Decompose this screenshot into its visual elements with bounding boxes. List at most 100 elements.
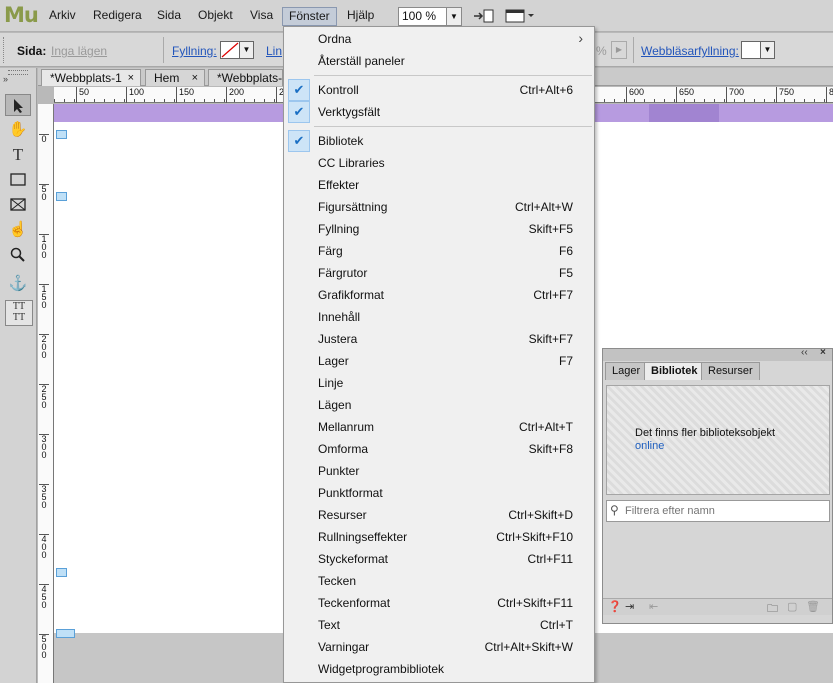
menu-item-omforma[interactable]: Omforma Skift+F8 [285,438,593,460]
close-icon[interactable]: × [820,347,826,358]
panel-titlebar[interactable]: ‹‹ × [603,347,832,361]
menu-item-bibliotek[interactable]: ✔ Bibliotek [285,130,593,152]
menu-item-mellanrum[interactable]: Mellanrum Ctrl+Alt+T [285,416,593,438]
browser-fill-swatch[interactable]: ▼ [741,41,775,59]
browser-fill-link[interactable]: Webbläsarfyllning: [641,44,739,58]
anchor-icon[interactable]: ⚓ [5,273,31,295]
filter-input[interactable] [625,503,825,519]
image-frame-tool-icon[interactable] [5,194,31,216]
menu-item-lagen[interactable]: Lägen [285,394,593,416]
crop-tool-icon[interactable]: ✋ [5,119,31,141]
close-icon[interactable]: × [128,70,134,86]
menu-item-shortcut: F7 [558,354,573,368]
menu-item-fyllning[interactable]: Fyllning Skift+F5 [285,218,593,240]
grip-handle[interactable] [8,70,28,75]
menu-arkiv[interactable]: Arkiv [43,7,82,26]
trash-icon[interactable]: 🗑 [806,600,820,613]
guide-marker[interactable] [56,568,67,577]
chevron-down-icon[interactable]: ▼ [446,8,461,25]
ruler-label: 3 5 0 [39,484,49,510]
menu-visa[interactable]: Visa [244,7,279,26]
guide-marker[interactable] [56,192,67,201]
collapse-icon[interactable]: ‹‹ [801,347,808,358]
menu-hjalp[interactable]: Hjälp [341,7,380,26]
hand-tool-icon[interactable]: ☝ [5,219,31,241]
tab-bibliotek[interactable]: Bibliotek [644,362,705,380]
chevron-down-icon: ▼ [760,42,774,58]
chevron-right-icon: › [578,30,583,46]
guide-marker[interactable] [56,130,67,139]
tab-resurser[interactable]: Resurser [701,362,760,380]
chevron-down-icon: ▼ [239,42,253,58]
menu-item-widgetprogrambibliotek[interactable]: Widgetprogrambibliotek [285,658,593,680]
expand-icon[interactable]: » [3,74,8,84]
menu-item-reset-panels[interactable]: Återställ paneler [285,50,593,72]
menu-item-grafikformat[interactable]: Grafikformat Ctrl+F7 [285,284,593,306]
menu-item-styckeformat[interactable]: Styckeformat Ctrl+F11 [285,548,593,570]
menu-item-verktygsfalt[interactable]: ✔ Verktygsfält [285,101,593,123]
menu-item-shortcut: Ctrl+Skift+F11 [497,596,573,610]
menu-item-cc-libraries[interactable]: CC Libraries [285,152,593,174]
tab-lager[interactable]: Lager [605,362,648,380]
menu-item-label: Text [318,618,341,632]
menu-objekt[interactable]: Objekt [192,7,239,26]
menu-fonster[interactable]: Fönster [282,7,337,26]
tab-webbplats-1[interactable]: *Webbplats-1 × [41,69,141,86]
menu-item-label: Bibliotek [318,134,364,148]
menu-item-shortcut: Ctrl+Skift+D [508,508,573,522]
tab-label: Hem [154,71,180,85]
menu-item-resurser[interactable]: Resurser Ctrl+Skift+D [285,504,593,526]
stepper-right-icon[interactable]: ▶ [611,41,627,59]
insert-page-icon[interactable] [472,8,496,24]
help-icon[interactable]: ❓ [608,600,622,613]
menu-item-label: Lägen [318,398,352,412]
menu-item-figursattning[interactable]: Figursättning Ctrl+Alt+W [285,196,593,218]
tab-webbplats-2[interactable]: *Webbplats-2 [208,69,283,86]
menu-item-teckenformat[interactable]: Teckenformat Ctrl+Skift+F11 [285,592,593,614]
text-style-icon[interactable]: TT TT [5,300,33,326]
menu-item-justera[interactable]: Justera Skift+F7 [285,328,593,350]
page-state-link[interactable]: Inga lägen [51,44,107,58]
menu-item-tecken[interactable]: Tecken [285,570,593,592]
menu-item-rullningseffekter[interactable]: Rullningseffekter Ctrl+Skift+F10 [285,526,593,548]
selection-tool-icon[interactable] [5,94,31,116]
menu-separator [314,126,592,127]
ruler-label: 8 [826,87,833,103]
menu-item-effekter[interactable]: Effekter [285,174,593,196]
folder-icon[interactable]: 🗀 [767,600,778,619]
frame-tool-icon[interactable] [505,8,535,24]
menu-item-varningar[interactable]: Varningar Ctrl+Alt+Skift+W [285,636,593,658]
menu-sida[interactable]: Sida [151,7,187,26]
menu-item-farg[interactable]: Färg F6 [285,240,593,262]
export-icon[interactable]: ⇤ [649,600,658,613]
filter-field[interactable]: ⚲ [606,500,830,522]
line-link[interactable]: Lin [266,44,282,58]
menu-item-ordna[interactable]: Ordna › [285,28,593,50]
menu-item-fargrutor[interactable]: Färgrutor F5 [285,262,593,284]
fill-link[interactable]: Fyllning: [172,44,217,58]
grip-handle[interactable] [3,37,7,63]
ruler-label: 200 [226,87,244,103]
divider [633,37,634,63]
menu-item-kontroll[interactable]: ✔ Kontroll Ctrl+Alt+6 [285,79,593,101]
online-link[interactable]: online [635,440,664,452]
menu-item-label: Tecken [318,574,357,588]
zoom-tool-icon[interactable] [5,244,31,266]
menu-redigera[interactable]: Redigera [87,7,148,26]
menu-item-innehall[interactable]: Innehåll [285,306,593,328]
guide-marker[interactable] [56,629,75,638]
fill-swatch[interactable]: ▼ [220,41,254,59]
menu-item-punkter[interactable]: Punkter [285,460,593,482]
tab-hem[interactable]: Hem × [145,69,205,86]
menu-item-linje[interactable]: Linje [285,372,593,394]
new-item-icon[interactable]: ▢ [787,600,797,613]
close-icon[interactable]: × [192,70,198,86]
text-tool-icon[interactable]: T [5,144,31,166]
menu-item-text[interactable]: Text Ctrl+T [285,614,593,636]
menu-item-punktformat[interactable]: Punktformat [285,482,593,504]
rectangle-tool-icon[interactable] [5,169,31,191]
menu-item-lager[interactable]: Lager F7 [285,350,593,372]
menu-item-label: Varningar [318,640,370,654]
import-icon[interactable]: ⇥ [625,600,634,613]
zoom-select[interactable]: 100 % ▼ [398,7,462,26]
